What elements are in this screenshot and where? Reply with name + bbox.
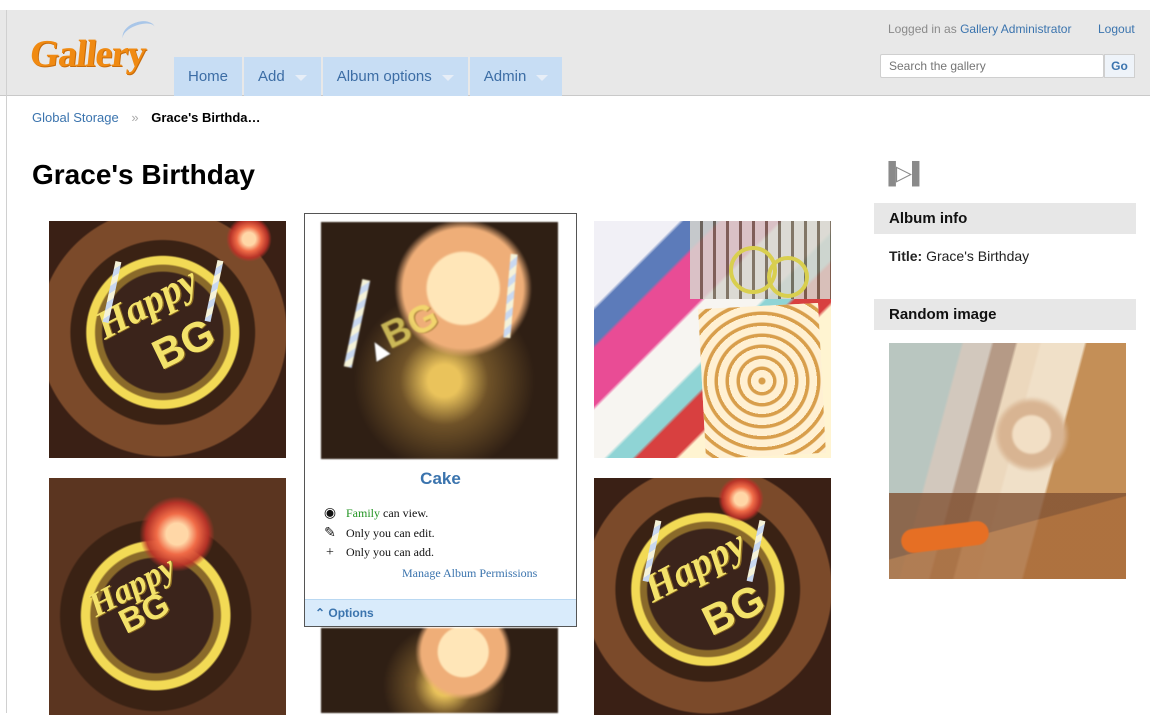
view-permission-suffix: can view. xyxy=(380,506,429,520)
options-label: Options xyxy=(328,606,374,620)
album-info-title: Title: Grace's Birthday xyxy=(889,248,1029,264)
main-navigation: Home Add Album options Admin xyxy=(174,57,563,96)
search-input[interactable] xyxy=(880,54,1104,78)
album-info-header: Album info xyxy=(874,203,1136,234)
login-status: Logged in as Gallery Administrator xyxy=(888,22,1071,36)
gallery-logo[interactable]: Gallery xyxy=(26,16,166,80)
nav-admin-label: Admin xyxy=(483,68,527,85)
logout-link[interactable]: Logout xyxy=(1098,22,1135,36)
slideshow-icon[interactable]: ▐▷▌ xyxy=(881,160,927,187)
logo-swoosh-icon xyxy=(119,16,159,50)
cat-blur xyxy=(995,397,1071,472)
breadcrumb: Global Storage » Grace's Birthda… xyxy=(32,110,261,125)
breadcrumb-separator: » xyxy=(131,110,139,125)
permission-view: ◉ Family can view. xyxy=(322,505,428,522)
nav-home-label: Home xyxy=(188,68,229,85)
candle-flame xyxy=(718,478,764,522)
logged-in-user-link[interactable]: Gallery Administrator xyxy=(960,22,1071,36)
eye-icon: ◉ xyxy=(323,506,337,521)
gift-wrapping xyxy=(698,302,826,458)
thumbnail-cake-1[interactable]: Happy BG xyxy=(49,221,286,458)
add-permission-text: Only you can add. xyxy=(346,545,434,559)
nav-album-options-label: Album options xyxy=(336,68,432,85)
chevron-down-icon xyxy=(294,74,307,81)
chevron-down-icon xyxy=(536,74,549,81)
candle xyxy=(204,260,224,322)
breadcrumb-global-storage[interactable]: Global Storage xyxy=(32,110,119,125)
login-prefix: Logged in as xyxy=(888,22,957,36)
nav-home[interactable]: Home xyxy=(174,57,243,96)
selected-album-card: BG Cake ◉ Family can view. ✎ Only you can … xyxy=(304,213,577,627)
thumbnail-cake-2[interactable]: Happy BG xyxy=(49,478,286,715)
candle xyxy=(343,279,371,368)
thumbnail-partial[interactable] xyxy=(321,628,558,713)
random-image-header: Random image xyxy=(874,299,1136,330)
plus-icon: + xyxy=(326,545,334,560)
gallery-page: Gallery Home Add Album options Admin Log… xyxy=(0,0,1150,715)
album-title-value: Grace's Birthday xyxy=(926,248,1030,264)
options-chevron-icon: ⌃ xyxy=(315,606,329,620)
album-title-label: Title: xyxy=(889,248,923,264)
thumbnail-presents[interactable] xyxy=(594,221,831,458)
candle xyxy=(746,520,766,582)
permission-add: + Only you can add. xyxy=(322,545,434,561)
ribbon-ring xyxy=(767,256,809,298)
permission-edit: ✎ Only you can edit. xyxy=(322,525,435,542)
breadcrumb-current-album: Grace's Birthda… xyxy=(151,110,261,125)
nav-add[interactable]: Add xyxy=(244,57,321,96)
page-title: Grace's Birthday xyxy=(32,159,255,190)
nav-add-label: Add xyxy=(258,68,285,85)
options-bar[interactable]: ⌃ Options xyxy=(305,599,576,626)
thumbnail-cake-selected[interactable]: BG xyxy=(321,222,558,459)
random-image-thumbnail[interactable] xyxy=(889,343,1126,579)
candle-flame xyxy=(226,221,272,262)
album-card-title[interactable]: Cake xyxy=(305,469,576,489)
pencil-icon: ✎ xyxy=(324,526,336,541)
chevron-down-icon xyxy=(441,74,454,81)
family-permission-text: Family xyxy=(346,506,381,520)
search-go-button[interactable]: Go xyxy=(1104,54,1135,78)
edit-permission-text: Only you can edit. xyxy=(346,526,435,540)
manage-album-permissions-link[interactable]: Manage Album Permissions xyxy=(402,566,537,581)
nav-album-options[interactable]: Album options xyxy=(322,57,468,96)
nav-admin[interactable]: Admin xyxy=(469,57,563,96)
thumbnail-cake-3[interactable]: Happy BG xyxy=(594,478,831,715)
page-border xyxy=(6,10,7,713)
candle xyxy=(503,253,518,339)
